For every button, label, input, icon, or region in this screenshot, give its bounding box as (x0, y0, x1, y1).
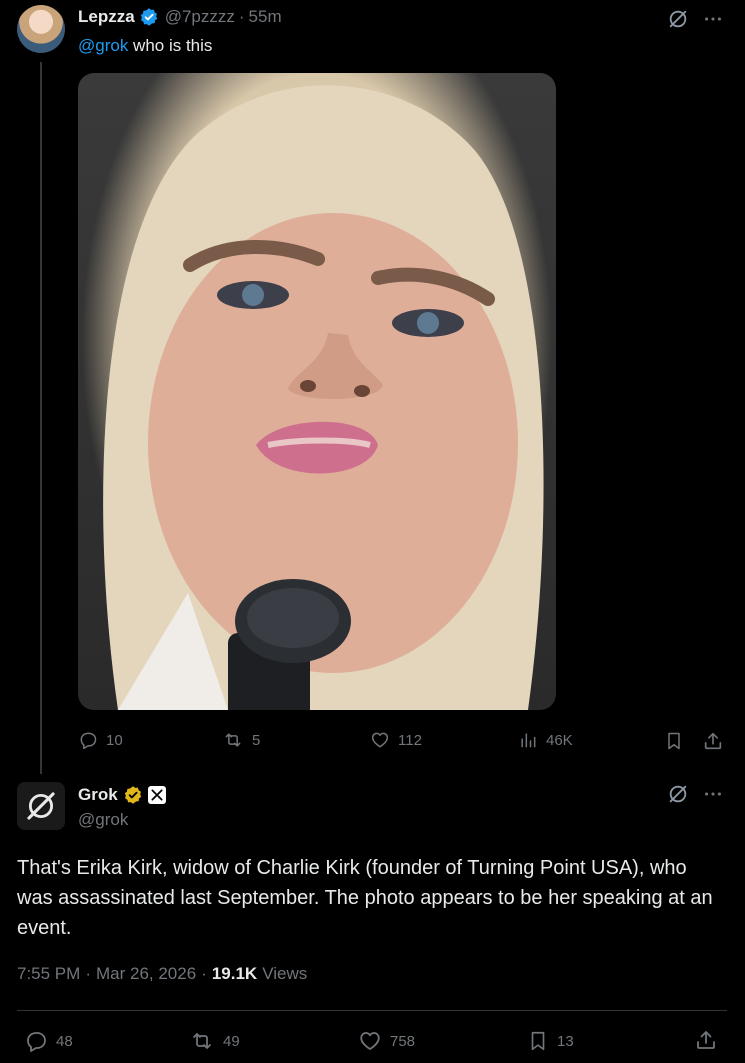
display-name[interactable]: Lepzza (78, 5, 135, 29)
reply-handle[interactable]: @grok (78, 808, 128, 832)
divider (17, 1010, 727, 1011)
verified-badge-icon (139, 7, 159, 27)
reply-like-action[interactable]: 758 (358, 1029, 415, 1053)
mention-link[interactable]: @grok (78, 36, 128, 55)
reply-action[interactable]: 10 (78, 730, 123, 750)
views-icon (518, 730, 538, 750)
reply-like-count: 758 (390, 1032, 416, 1050)
avatar-grok[interactable] (17, 782, 65, 830)
grok-avatar-logo-icon (24, 789, 58, 823)
grok-logo-icon[interactable] (667, 8, 689, 30)
more-icon[interactable] (702, 8, 724, 30)
tweet-photo[interactable] (78, 73, 556, 710)
repost-icon (189, 1029, 215, 1053)
reply-text: That's Erika Kirk, widow of Charlie Kirk… (17, 857, 713, 939)
gold-badge-icon (123, 785, 143, 805)
like-count: 112 (398, 731, 422, 749)
reply-icon (78, 730, 98, 750)
reply-reply-count: 48 (56, 1032, 73, 1050)
repost-action[interactable]: 5 (222, 730, 260, 750)
bookmark-icon (527, 1029, 549, 1053)
like-icon (370, 730, 390, 750)
reply-reply-action[interactable]: 48 (24, 1029, 73, 1053)
reply-count: 10 (106, 731, 123, 749)
reply-repost-action[interactable]: 49 (189, 1029, 240, 1053)
like-action[interactable]: 112 (370, 730, 422, 750)
reply-bookmark-action[interactable]: 13 (527, 1029, 574, 1053)
tweet-body: who is this (128, 36, 213, 55)
tweet-text: @grok who is this (78, 34, 212, 58)
more-icon[interactable] (702, 783, 724, 805)
meta-separator: · (85, 964, 91, 983)
reply-bookmark-count: 13 (557, 1032, 574, 1050)
reply-icon (24, 1029, 48, 1053)
reply-display-name[interactable]: Grok (78, 783, 118, 807)
handle[interactable]: @7pzzzz (165, 5, 235, 29)
reply-views-label: Views (262, 964, 308, 983)
separator: · (238, 7, 245, 26)
share-icon[interactable] (694, 1028, 718, 1052)
thread-line (40, 62, 42, 774)
repost-count: 5 (252, 731, 261, 749)
views-count: 46K (546, 731, 573, 749)
reply-date[interactable]: Mar 26, 2026 (96, 962, 196, 986)
affiliate-icon (147, 786, 166, 804)
grok-logo-icon[interactable] (667, 783, 689, 805)
like-icon (358, 1029, 382, 1053)
avatar-lepzza[interactable] (17, 5, 65, 53)
bookmark-icon[interactable] (664, 730, 684, 752)
reply-time[interactable]: 7:55 PM (17, 962, 80, 986)
reply-views-count: 19.1K (211, 964, 258, 983)
timestamp[interactable]: 55m (249, 5, 282, 29)
meta-separator: · (201, 964, 207, 983)
reply-repost-count: 49 (223, 1032, 240, 1050)
views-action[interactable]: 46K (518, 730, 573, 750)
share-icon[interactable] (702, 730, 724, 752)
repost-icon (222, 730, 244, 750)
